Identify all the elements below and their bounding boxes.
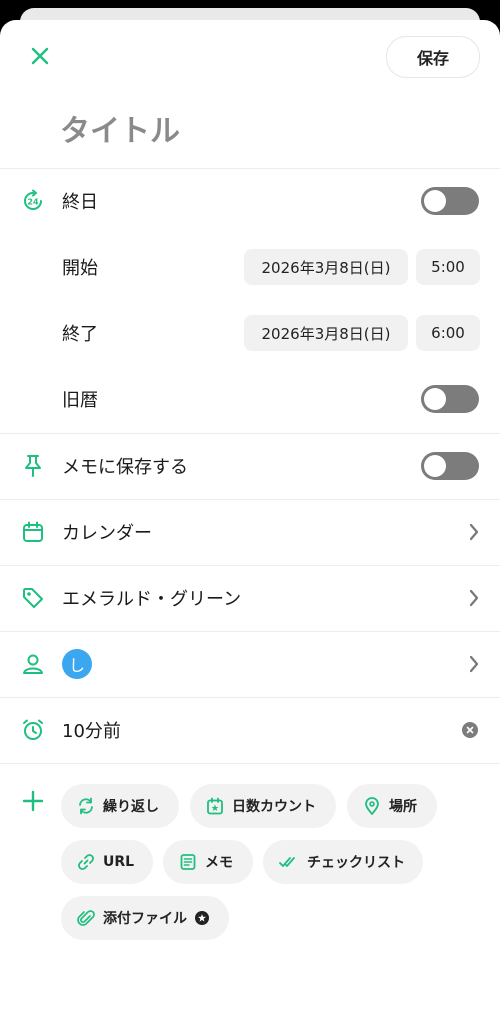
title-input[interactable]: タイトル (60, 106, 180, 150)
start-time-button[interactable]: 5:00 (416, 249, 480, 285)
alarm-clock-icon (20, 717, 46, 743)
person-icon (20, 651, 46, 677)
link-icon (78, 854, 94, 870)
chevron-right-icon (469, 523, 479, 541)
save-memo-row: メモに保存する (0, 433, 500, 499)
location-pin-icon (365, 797, 379, 815)
chevron-right-icon (469, 655, 479, 673)
all-day-toggle[interactable] (421, 187, 479, 215)
plus-icon[interactable] (22, 790, 44, 812)
chevron-right-icon (469, 589, 479, 607)
paperclip-icon (77, 910, 95, 926)
clear-reminder-button[interactable] (462, 722, 478, 738)
end-date-button[interactable]: 2026年3月8日(日) (244, 315, 408, 351)
divider (0, 763, 500, 764)
save-memo-toggle[interactable] (421, 452, 479, 480)
close-button[interactable] (24, 40, 56, 72)
lunar-calendar-row: 旧暦 (0, 366, 500, 432)
calendar-label: カレンダー (62, 523, 152, 544)
note-icon (180, 854, 196, 870)
color-row[interactable]: エメラルド・グリーン (0, 565, 500, 631)
repeat-chip[interactable]: 繰り返し (61, 784, 179, 828)
double-check-icon (279, 857, 295, 867)
save-memo-label: メモに保存する (62, 457, 188, 478)
checklist-chip[interactable]: チェックリスト (263, 840, 423, 884)
reminder-row[interactable]: 10分前 (0, 697, 500, 763)
location-label: 場所 (389, 799, 417, 815)
end-row: 終了 2026年3月8日(日) 6:00 (0, 300, 500, 366)
toggle-knob (424, 455, 446, 477)
location-chip[interactable]: 場所 (347, 784, 437, 828)
color-label: エメラルド・グリーン (62, 589, 242, 610)
toggle-knob (424, 388, 446, 410)
start-label: 開始 (62, 258, 98, 279)
memo-chip[interactable]: メモ (163, 840, 253, 884)
premium-star-icon (195, 911, 209, 925)
end-time-button[interactable]: 6:00 (416, 315, 480, 351)
all-day-label: 終日 (62, 192, 98, 213)
start-date-button[interactable]: 2026年3月8日(日) (244, 249, 408, 285)
start-row: 開始 2026年3月8日(日) 5:00 (0, 234, 500, 300)
tag-icon (20, 585, 46, 611)
attachment-label: 添付ファイル (103, 911, 187, 927)
attachment-chip[interactable]: 添付ファイル (61, 896, 229, 940)
member-row[interactable]: し (0, 631, 500, 697)
calendar-star-icon (207, 797, 223, 815)
day-count-label: 日数カウント (232, 799, 316, 815)
top-bar: 保存 (0, 20, 500, 100)
avatar[interactable]: し (62, 649, 92, 679)
save-button[interactable]: 保存 (386, 36, 480, 78)
calendar-row[interactable]: カレンダー (0, 499, 500, 565)
close-icon (466, 726, 474, 734)
toggle-knob (424, 190, 446, 212)
end-label: 終了 (62, 324, 98, 345)
lunar-label: 旧暦 (62, 390, 98, 411)
pin-icon (20, 453, 46, 479)
url-label: URL (103, 854, 135, 870)
lunar-toggle[interactable] (421, 385, 479, 413)
url-chip[interactable]: URL (61, 840, 153, 884)
all-day-row: 24 終日 (0, 168, 500, 234)
calendar-icon (20, 519, 46, 545)
svg-text:24: 24 (27, 198, 39, 207)
memo-label: メモ (205, 855, 233, 871)
event-editor-sheet: 保存 タイトル 24 終日 開始 2026年3月8日(日) 5:00 終了 20… (0, 20, 500, 1017)
24-hour-icon: 24 (20, 188, 46, 214)
close-x-icon (31, 47, 49, 65)
repeat-icon (79, 797, 93, 815)
repeat-label: 繰り返し (103, 799, 159, 815)
checklist-label: チェックリスト (307, 855, 405, 871)
day-count-chip[interactable]: 日数カウント (190, 784, 336, 828)
reminder-label: 10分前 (62, 721, 121, 742)
